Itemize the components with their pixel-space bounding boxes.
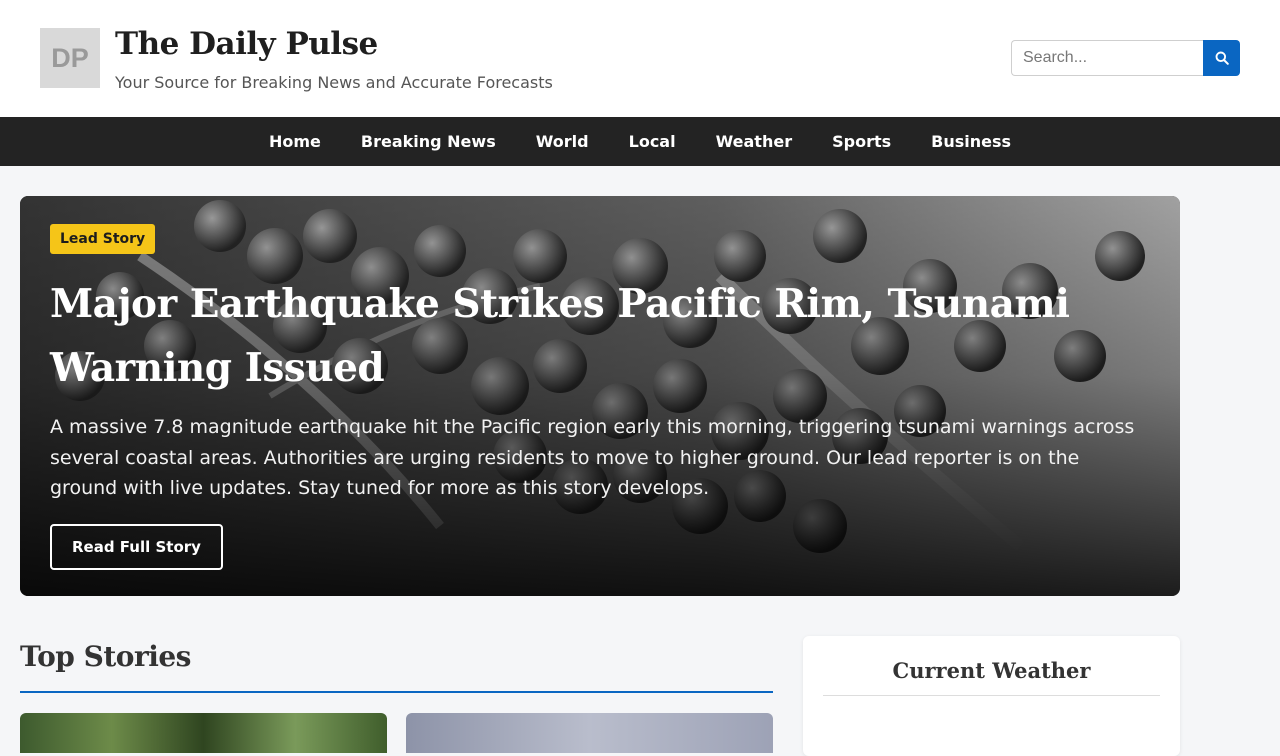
site-logo[interactable]: DP (40, 28, 100, 88)
nav-item-business[interactable]: Business (911, 132, 1031, 151)
nav-item-sports[interactable]: Sports (812, 132, 911, 151)
lead-story-hero: Lead Story Major Earthquake Strikes Paci… (20, 196, 1180, 596)
hero-summary: A massive 7.8 magnitude earthquake hit t… (50, 416, 1135, 499)
search-icon (1215, 51, 1229, 65)
nav-item-home[interactable]: Home (249, 132, 341, 151)
weather-widget: Current Weather (803, 636, 1180, 756)
lead-story-badge: Lead Story (50, 224, 156, 254)
site-header: DP The Daily Pulse Your Source for Break… (0, 0, 1280, 117)
site-tagline: Your Source for Breaking News and Accura… (115, 73, 553, 92)
read-full-story-button[interactable]: Read Full Story (50, 523, 223, 570)
weather-widget-title: Current Weather (892, 658, 1091, 683)
nav-item-local[interactable]: Local (609, 132, 696, 151)
hero-content: Lead Story Major Earthquake Strikes Paci… (50, 224, 1150, 570)
main-nav: Home Breaking News World Local Weather S… (0, 117, 1280, 166)
story-card-thumbnail[interactable] (406, 713, 773, 753)
search-input[interactable] (1011, 40, 1203, 76)
nav-item-weather[interactable]: Weather (696, 132, 813, 151)
hero-headline[interactable]: Major Earthquake Strikes Pacific Rim, Ts… (50, 272, 1150, 400)
top-stories-heading: Top Stories (20, 640, 191, 673)
site-title[interactable]: The Daily Pulse (115, 26, 378, 62)
nav-item-world[interactable]: World (516, 132, 609, 151)
section-divider (20, 691, 773, 693)
search-button[interactable] (1203, 40, 1240, 76)
nav-item-breaking-news[interactable]: Breaking News (341, 132, 516, 151)
story-card-thumbnail[interactable] (20, 713, 387, 753)
weather-divider (823, 695, 1160, 696)
